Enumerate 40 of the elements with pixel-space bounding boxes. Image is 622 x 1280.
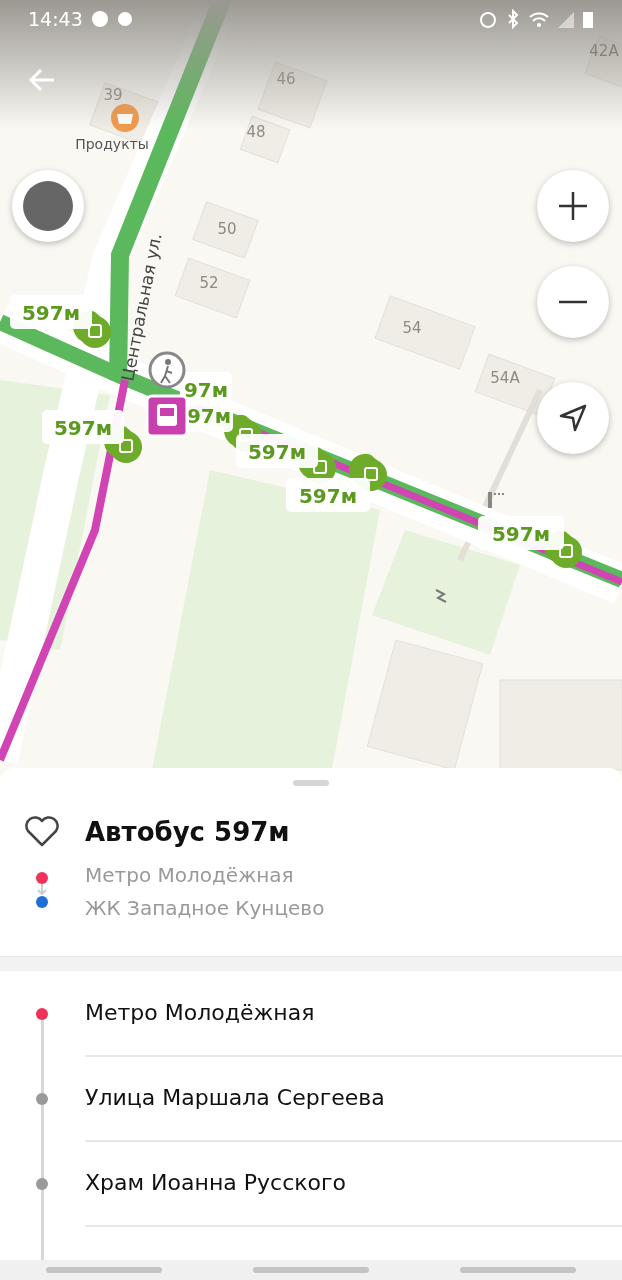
nav-handle[interactable] (460, 1267, 577, 1273)
route-start: Метро Молодёжная (85, 862, 295, 889)
stop-name[interactable]: Метро Молодёжная (85, 970, 622, 1057)
alarm-icon (478, 9, 498, 29)
bluetooth-icon (506, 9, 520, 29)
route-label: 597м (10, 295, 92, 329)
house-number: 39 (103, 86, 123, 104)
house-number: 48 (246, 123, 266, 141)
house-number: 42А (589, 42, 619, 60)
drag-handle[interactable] (293, 780, 329, 786)
house-number: 50 (217, 220, 237, 238)
notification-icons (90, 9, 135, 29)
favorite-icon[interactable] (24, 816, 62, 848)
route-label: 97м (185, 398, 233, 432)
house-number: 46 (276, 70, 296, 88)
stop-name[interactable]: Храм Иоанна Русского (85, 1140, 622, 1227)
route-label: 597м (286, 478, 370, 512)
house-number: 54А (490, 369, 520, 387)
location-arrow-icon (558, 403, 588, 433)
plus-icon (557, 190, 589, 222)
signal-icon (558, 10, 574, 28)
barrier-icon (488, 492, 507, 508)
status-time: 14:43 (28, 8, 83, 30)
stop-name[interactable]: Улица Маршала Сергеева (85, 1055, 622, 1142)
poi-label: Продукты (75, 136, 149, 152)
house-number: 54 (402, 319, 422, 337)
minus-icon (558, 300, 588, 304)
route-label: 597м (42, 410, 124, 444)
route-label: 597м (478, 516, 564, 550)
user-icon (23, 181, 73, 231)
nav-handle[interactable] (45, 1267, 162, 1273)
route-end: ЖК Западное Кунцево (85, 895, 326, 922)
shop-icon (111, 104, 139, 132)
battery-icon (582, 9, 594, 29)
route-label: 597м (236, 434, 318, 468)
wifi-icon (528, 10, 550, 28)
route-title: Автобус 597м (85, 817, 290, 847)
house-number: 52 (199, 274, 219, 292)
nav-handle[interactable] (253, 1267, 369, 1273)
arrow-down-icon (36, 884, 48, 896)
